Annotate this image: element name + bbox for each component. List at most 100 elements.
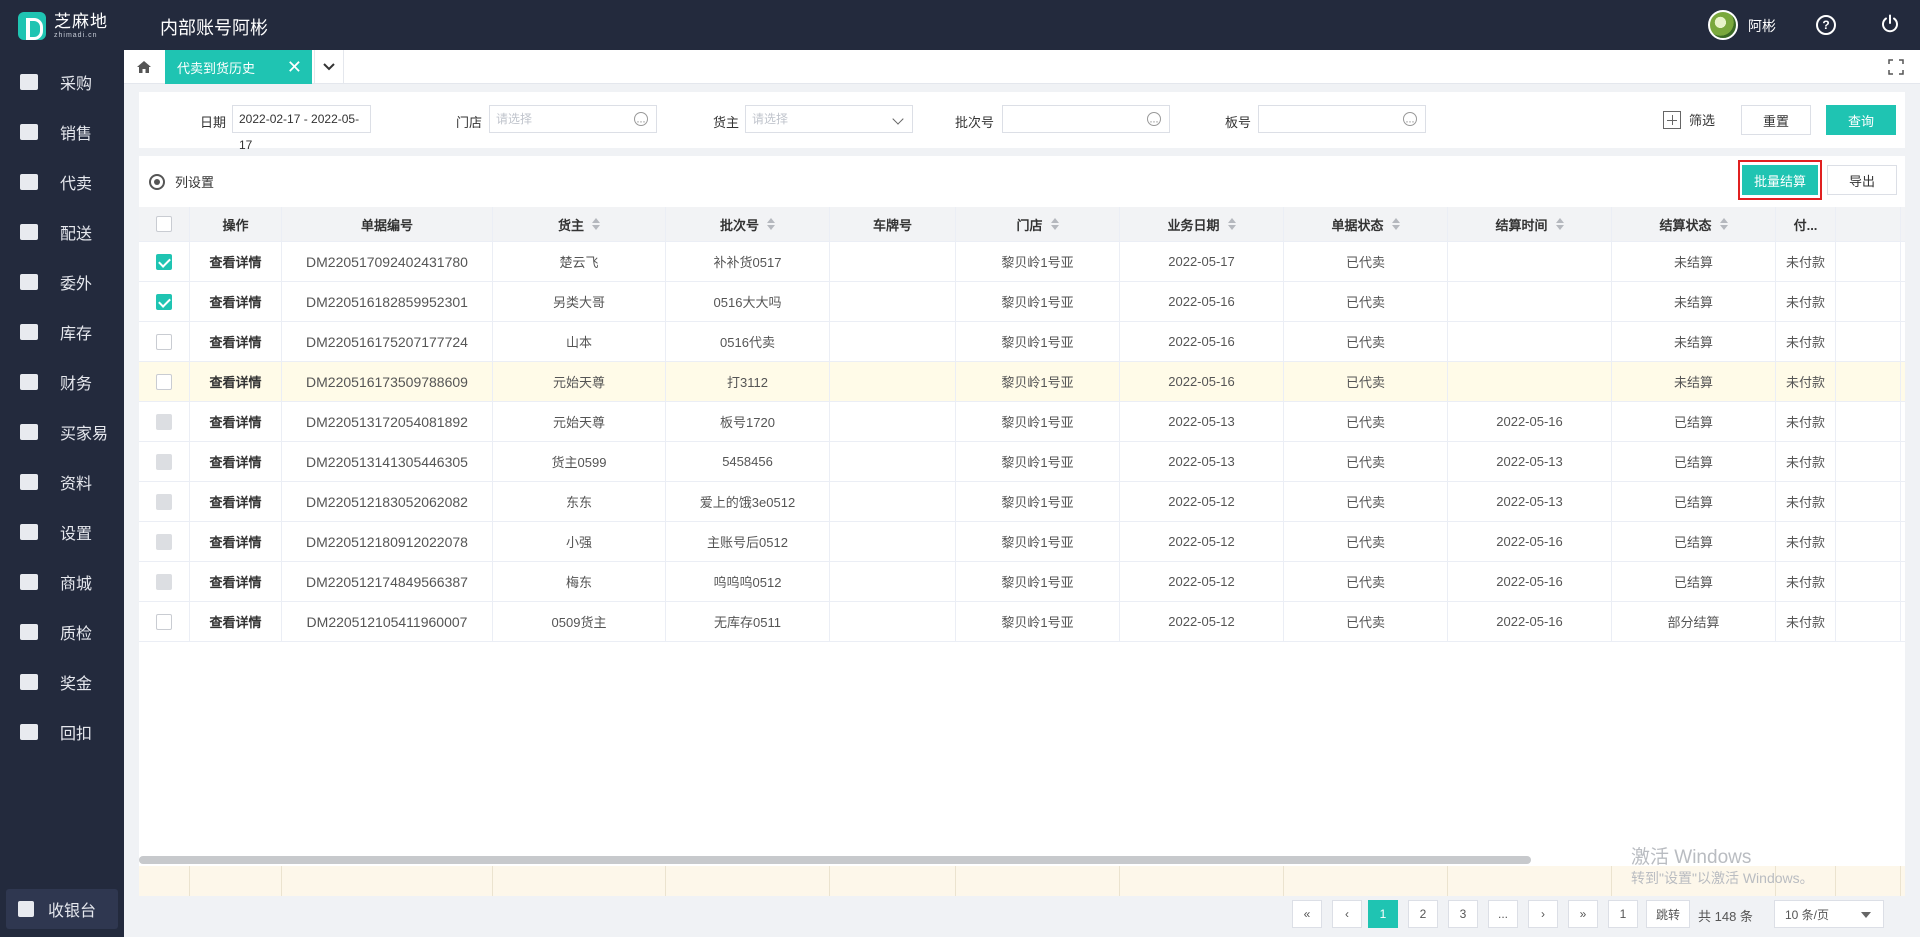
sidebar-item-2[interactable]: 代卖 xyxy=(0,157,124,207)
row-checkbox[interactable] xyxy=(156,293,172,310)
row-checkbox[interactable] xyxy=(156,613,172,630)
view-detail-link[interactable]: 查看详情 xyxy=(190,282,282,321)
sidebar-item-11[interactable]: 质检 xyxy=(0,607,124,657)
sidebar-item-10[interactable]: 商城 xyxy=(0,557,124,607)
table-row: 查看详情 DM220512180912022078 小强 主账号后0512 黎贝岭1号亚… xyxy=(139,522,1905,562)
query-button[interactable]: 查询 xyxy=(1826,105,1896,135)
help-icon[interactable]: ? xyxy=(1816,15,1836,35)
cell-pay: 未付款 xyxy=(1776,362,1836,401)
sidebar-item-12[interactable]: 奖金 xyxy=(0,657,124,707)
cashier-button[interactable]: 收银台 xyxy=(6,889,118,929)
view-detail-link[interactable]: 查看详情 xyxy=(190,242,282,281)
page-button-2[interactable]: 2 xyxy=(1408,900,1438,928)
row-select-cell[interactable] xyxy=(139,602,190,641)
row-checkbox[interactable] xyxy=(156,373,172,390)
reset-button[interactable]: 重置 xyxy=(1741,105,1811,135)
view-detail-link[interactable]: 查看详情 xyxy=(190,322,282,361)
logo[interactable]: 芝麻地 zhimadi.cn xyxy=(18,11,128,41)
sort-icon[interactable] xyxy=(767,218,775,230)
power-icon[interactable] xyxy=(1880,14,1900,34)
sort-icon[interactable] xyxy=(592,218,600,230)
row-select-cell[interactable] xyxy=(139,242,190,281)
first-page-button[interactable]: « xyxy=(1292,900,1322,928)
more-icon[interactable] xyxy=(634,108,648,134)
filter-toggle[interactable]: 筛选 xyxy=(1663,110,1715,129)
tab-dropdown[interactable] xyxy=(314,50,344,84)
sort-icon[interactable] xyxy=(1555,218,1564,230)
row-select-cell[interactable] xyxy=(139,322,190,361)
column-settings[interactable]: 列设置 xyxy=(149,172,214,191)
cell-store: 黎贝岭1号亚 xyxy=(956,402,1120,441)
user-name[interactable]: 阿彬 xyxy=(1748,16,1776,36)
select-all-checkbox[interactable] xyxy=(156,216,172,232)
sidebar-item-0[interactable]: 采购 xyxy=(0,57,124,107)
sort-icon[interactable] xyxy=(1227,218,1236,230)
row-checkbox[interactable] xyxy=(156,333,172,350)
board-input[interactable] xyxy=(1258,105,1426,134)
sidebar-item-13[interactable]: 回扣 xyxy=(0,707,124,757)
row-select-cell[interactable] xyxy=(139,282,190,321)
jump-button[interactable]: 跳转 xyxy=(1646,900,1690,928)
batch-input[interactable] xyxy=(1002,105,1170,134)
sidebar-item-8[interactable]: 资料 xyxy=(0,457,124,507)
fullscreen-icon[interactable] xyxy=(1888,59,1904,75)
sidebar-item-7[interactable]: 买家易 xyxy=(0,407,124,457)
more-icon[interactable] xyxy=(1147,108,1161,134)
row-select-cell[interactable] xyxy=(139,362,190,401)
sidebar-item-5[interactable]: 库存 xyxy=(0,307,124,357)
sort-icon[interactable] xyxy=(1050,218,1059,230)
avatar[interactable] xyxy=(1708,10,1738,40)
row-select-cell[interactable] xyxy=(139,402,190,441)
more-icon[interactable] xyxy=(1403,108,1417,134)
table-panel: 列设置 批量结算 导出 操作 单据编号 货主 批次号 车牌号 门店 业务日期 单据状态 结算时间… xyxy=(139,156,1905,896)
select-all-cell[interactable] xyxy=(139,207,190,241)
page-size-select[interactable]: 10 条/页 xyxy=(1774,900,1884,928)
sidebar-item-label: 商城 xyxy=(60,576,93,593)
row-checkbox[interactable] xyxy=(156,253,172,270)
sidebar-item-3[interactable]: 配送 xyxy=(0,207,124,257)
horizontal-scrollbar[interactable] xyxy=(139,856,1531,864)
view-detail-link[interactable]: 查看详情 xyxy=(190,442,282,481)
cell-store: 黎贝岭1号亚 xyxy=(956,322,1120,361)
view-detail-link[interactable]: 查看详情 xyxy=(190,402,282,441)
store-select[interactable]: 请选择 xyxy=(489,105,657,134)
sort-icon[interactable] xyxy=(1719,218,1728,230)
home-tab[interactable] xyxy=(124,50,164,84)
row-select-cell[interactable] xyxy=(139,442,190,481)
sidebar-item-label: 采购 xyxy=(60,76,93,93)
column-header-label: 货主 xyxy=(557,217,584,233)
cell-doc-status: 已代卖 xyxy=(1284,402,1448,441)
page-button-3[interactable]: 3 xyxy=(1448,900,1478,928)
next-page-button[interactable]: › xyxy=(1528,900,1558,928)
view-detail-link[interactable]: 查看详情 xyxy=(190,522,282,561)
cell-empty xyxy=(1836,402,1901,441)
tab-consign-history[interactable]: 代卖到货历史 ✕ xyxy=(165,50,312,84)
table-row: 查看详情 DM220512105411960007 0509货主 无库存0511 黎贝岭… xyxy=(139,602,1905,642)
column-header-label: 单据编号 xyxy=(360,217,413,233)
export-button[interactable]: 导出 xyxy=(1827,165,1897,195)
row-select-cell[interactable] xyxy=(139,562,190,601)
page-button-1[interactable]: 1 xyxy=(1368,900,1398,928)
view-detail-link[interactable]: 查看详情 xyxy=(190,562,282,601)
prev-page-button[interactable]: ‹ xyxy=(1332,900,1362,928)
view-detail-link[interactable]: 查看详情 xyxy=(190,602,282,641)
sidebar-item-1[interactable]: 销售 xyxy=(0,107,124,157)
last-page-button[interactable]: » xyxy=(1568,900,1598,928)
date-range-input[interactable]: 2022-02-17 - 2022-05-17 xyxy=(232,105,371,152)
owner-select[interactable]: 请选择 xyxy=(745,105,913,133)
cell-settle-status: 未结算 xyxy=(1612,282,1776,321)
cell-owner: 另类大哥 xyxy=(493,282,666,321)
page-ellipsis[interactable]: ... xyxy=(1488,900,1518,928)
jump-page-input[interactable]: 1 xyxy=(1608,900,1638,928)
view-detail-link[interactable]: 查看详情 xyxy=(190,482,282,521)
batch-settle-button[interactable]: 批量结算 xyxy=(1742,165,1818,195)
view-detail-link[interactable]: 查看详情 xyxy=(190,362,282,401)
sidebar-item-9[interactable]: 设置 xyxy=(0,507,124,557)
close-icon[interactable]: ✕ xyxy=(287,58,302,76)
row-select-cell[interactable] xyxy=(139,482,190,521)
row-select-cell[interactable] xyxy=(139,522,190,561)
sort-icon[interactable] xyxy=(1391,218,1400,230)
sidebar-item-6[interactable]: 财务 xyxy=(0,357,124,407)
sidebar-item-4[interactable]: 委外 xyxy=(0,257,124,307)
cell-pay: 未付款 xyxy=(1776,602,1836,641)
